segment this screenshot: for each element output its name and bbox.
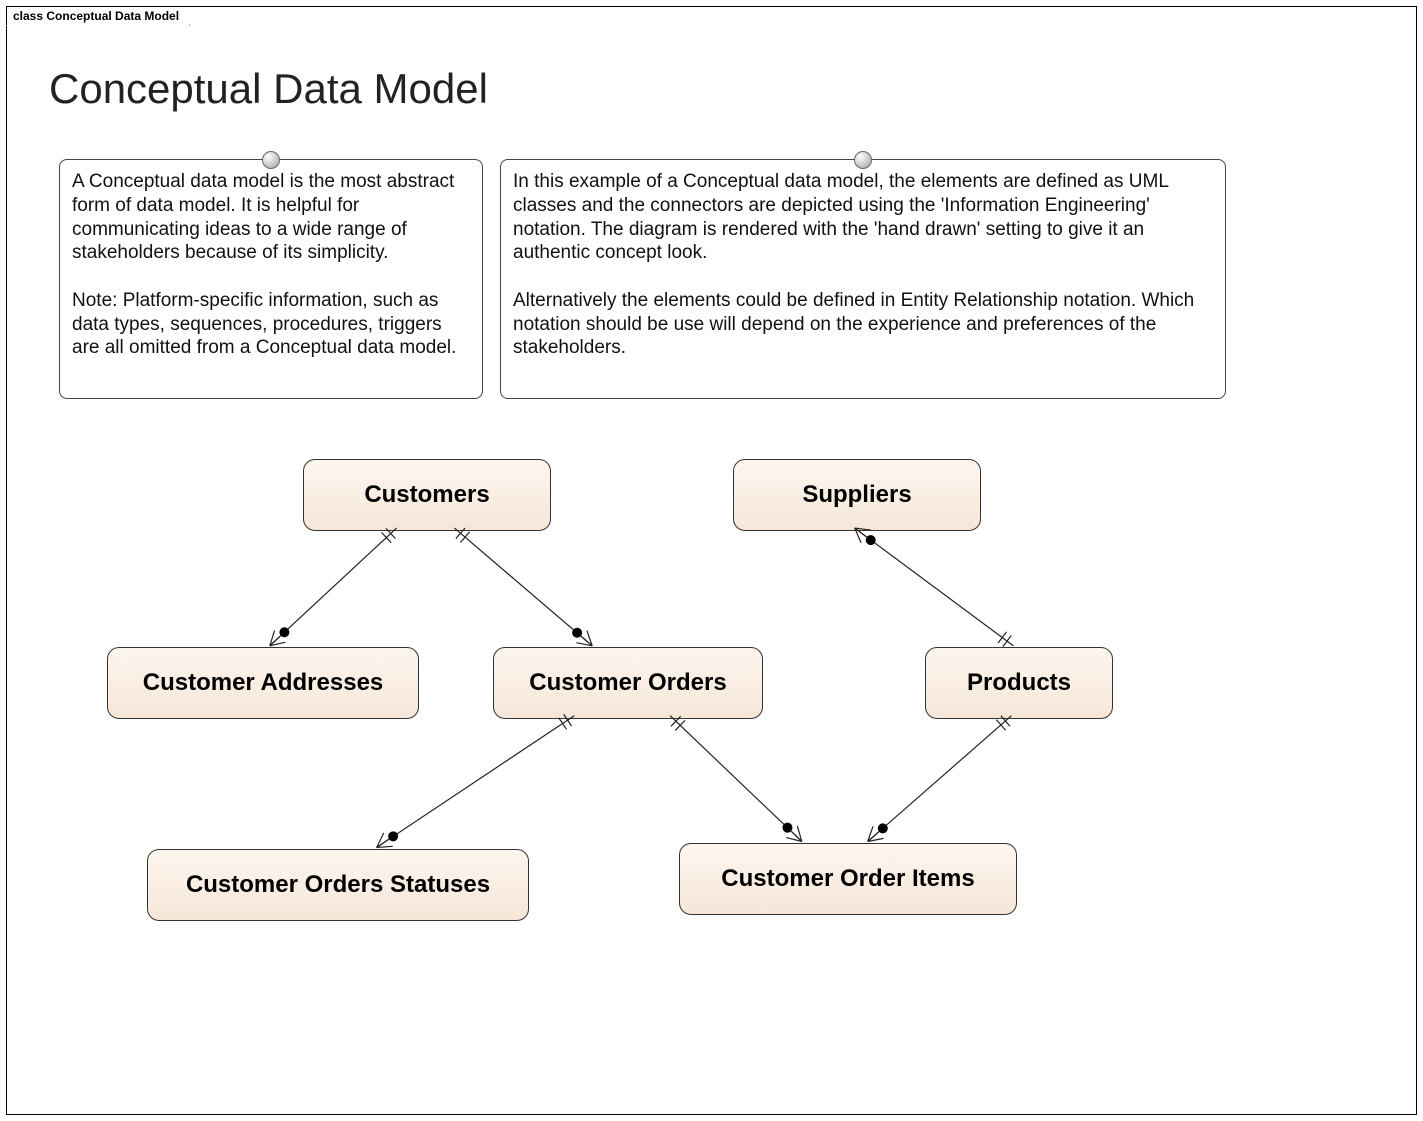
entity-label: Customer Orders Statuses xyxy=(186,871,490,899)
entity-label: Customer Order Items xyxy=(721,865,974,893)
entity-customer-order-items: Customer Order Items xyxy=(679,843,1017,915)
entity-suppliers: Suppliers xyxy=(733,459,981,531)
diagram-tab: class Conceptual Data Model xyxy=(6,6,190,26)
pin-icon xyxy=(262,151,280,169)
entity-label: Customers xyxy=(364,481,489,509)
entity-label: Products xyxy=(967,669,1071,697)
entity-customers: Customers xyxy=(303,459,551,531)
entity-customer-addresses: Customer Addresses xyxy=(107,647,419,719)
entity-label: Customer Orders xyxy=(529,669,726,697)
entity-label: Suppliers xyxy=(802,481,911,509)
entity-customer-orders: Customer Orders xyxy=(493,647,763,719)
note-left-text: A Conceptual data model is the most abst… xyxy=(72,170,470,360)
entity-customer-orders-statuses: Customer Orders Statuses xyxy=(147,849,529,921)
note-left: A Conceptual data model is the most abst… xyxy=(59,159,483,399)
entity-label: Customer Addresses xyxy=(143,669,384,697)
diagram-title: Conceptual Data Model xyxy=(49,65,488,113)
note-right-text: In this example of a Conceptual data mod… xyxy=(513,170,1213,360)
entity-products: Products xyxy=(925,647,1113,719)
note-right: In this example of a Conceptual data mod… xyxy=(500,159,1226,399)
diagram-frame: class Conceptual Data Model Conceptual D… xyxy=(6,6,1417,1115)
pin-icon xyxy=(854,151,872,169)
